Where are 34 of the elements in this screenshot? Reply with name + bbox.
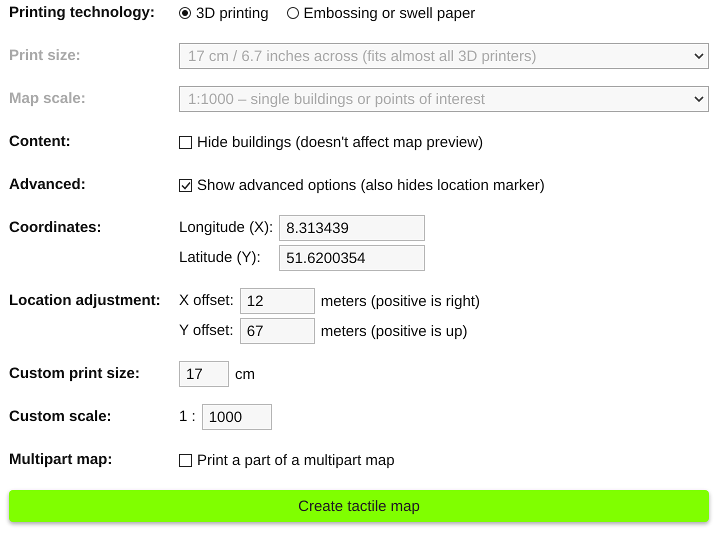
unit-label: cm — [235, 366, 255, 382]
chevron-icon — [694, 52, 704, 60]
field-label: Longitude (X): — [179, 218, 274, 238]
row-label: Custom scale: — [9, 407, 113, 427]
row-label: Printing technology: — [9, 3, 156, 23]
input-field[interactable]: 8.313439 — [279, 215, 426, 241]
radio-button[interactable] — [286, 7, 299, 19]
checkbox[interactable] — [179, 136, 192, 148]
row-label: Coordinates: — [9, 218, 103, 238]
row-label: Advanced: — [9, 175, 87, 195]
field-label: 1 : — [179, 407, 196, 427]
input-field[interactable]: 51.6200354 — [279, 245, 426, 271]
row-label: Print size: — [9, 46, 82, 66]
input-field[interactable]: 1000 — [202, 404, 272, 430]
row-label: Content: — [9, 132, 72, 152]
create-map-button[interactable]: Create tactile map — [9, 490, 709, 522]
unit-label: meters (positive is up) — [320, 322, 468, 340]
radio-label: 3D printing — [196, 4, 269, 22]
field-label: Y offset: — [179, 321, 234, 341]
field-label: Latitude (Y): — [179, 248, 261, 268]
field-label: X offset: — [179, 291, 234, 311]
input-field[interactable]: 12 — [240, 288, 315, 314]
input-field[interactable]: 67 — [240, 318, 315, 344]
row-label: Location adjustment: — [9, 291, 162, 311]
input-field[interactable]: 17 — [179, 361, 229, 387]
checkbox[interactable] — [179, 454, 192, 466]
chevron-icon — [694, 96, 704, 102]
row-label: Multipart map: — [9, 450, 114, 470]
row-label: Map scale: — [9, 89, 87, 109]
unit-label: meters (positive is right) — [320, 292, 480, 310]
radio-option[interactable]: 3D printing — [179, 4, 269, 22]
radio-button[interactable] — [179, 7, 191, 19]
row-label: Custom print size: — [9, 364, 141, 384]
checkbox[interactable] — [179, 178, 192, 192]
